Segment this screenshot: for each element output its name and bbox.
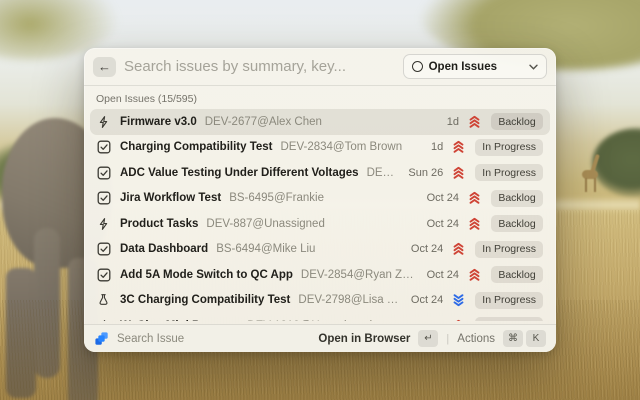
issue-row[interactable]: Product Tasks DEV-887@Unassigned Oct 24 … — [90, 211, 550, 237]
issue-title: Add 5A Mode Switch to QC App — [120, 269, 293, 281]
issue-key-assignee: DEV-1210@Unassigned — [247, 320, 403, 321]
issue-date: Oct 24 — [427, 269, 459, 281]
issue-key-assignee: DEV-2384@Tom Brown — [367, 167, 401, 179]
chevron-down-icon — [529, 64, 538, 70]
search-dialog: ← Open Issues Open Issues (15/595) Firmw… — [84, 48, 556, 352]
issue-row[interactable]: Jira Workflow Test BS-6495@Frankie Oct 2… — [90, 186, 550, 212]
back-arrow-icon: ← — [98, 59, 111, 74]
cmd-key-icon: ⌘ — [503, 330, 523, 347]
issue-key-assignee: DEV-2798@Lisa Chen — [298, 294, 403, 306]
footer-bar: Search Issue Open in Browser ↵ | Actions… — [84, 324, 556, 352]
issue-row[interactable]: WeChat Mini Program DEV-1210@Unassigned … — [90, 313, 550, 321]
priority-highest-icon — [452, 242, 466, 256]
giraffe — [580, 152, 606, 198]
back-button[interactable]: ← — [93, 57, 116, 77]
status-badge: Backlog — [491, 113, 543, 130]
status-badge: Backlog — [491, 190, 543, 207]
status-badge: In Progress — [475, 164, 543, 181]
issue-list: Firmware v3.0 DEV-2677@Alex Chen 1d Back… — [84, 109, 556, 321]
issue-date: Oct 24 — [427, 192, 459, 204]
footer-app-label: Search Issue — [117, 333, 310, 345]
task-checkbox-icon — [97, 191, 112, 206]
task-checkbox-icon — [97, 165, 112, 180]
issue-title: WeChat Mini Program — [120, 320, 239, 321]
priority-highest-icon — [452, 140, 466, 154]
status-badge: In Progress — [475, 292, 543, 309]
priority-highest-icon — [452, 166, 466, 180]
priority-highest-icon — [452, 319, 466, 321]
test-flask-icon — [97, 293, 112, 308]
issue-key-assignee: DEV-887@Unassigned — [206, 218, 418, 230]
search-bar: ← Open Issues — [84, 48, 556, 85]
section-header: Open Issues (15/595) — [84, 86, 556, 109]
priority-highest-icon — [468, 191, 482, 205]
issue-date: Oct 24 — [427, 218, 459, 230]
task-checkbox-icon — [97, 242, 112, 257]
issue-title: Charging Compatibility Test — [120, 141, 273, 153]
issue-title: Firmware v3.0 — [120, 116, 197, 128]
epic-icon — [97, 114, 112, 129]
return-key-icon: ↵ — [418, 330, 438, 347]
issue-row[interactable]: Firmware v3.0 DEV-2677@Alex Chen 1d Back… — [90, 109, 550, 135]
issue-row[interactable]: Charging Compatibility Test DEV-2834@Tom… — [90, 135, 550, 161]
status-badge: In Progress — [475, 241, 543, 258]
issue-date: Oct 24 — [411, 320, 443, 321]
issue-key-assignee: DEV-2854@Ryan Zhang — [301, 269, 419, 281]
epic-icon — [97, 216, 112, 231]
issue-title: 3C Charging Compatibility Test — [120, 294, 290, 306]
status-badge: Backlog — [491, 215, 543, 232]
issue-date: 1d — [447, 116, 459, 128]
issue-key-assignee: DEV-2677@Alex Chen — [205, 116, 439, 128]
issue-key-assignee: DEV-2834@Tom Brown — [281, 141, 424, 153]
issue-title: Data Dashboard — [120, 243, 208, 255]
status-badge: In Progress — [475, 139, 543, 156]
status-circle-icon — [412, 61, 423, 72]
issue-date: Oct 24 — [411, 294, 443, 306]
actions-shortcut: ⌘ K — [503, 330, 546, 347]
epic-icon — [97, 318, 112, 321]
actions-menu-button[interactable]: Actions — [457, 333, 495, 345]
issue-date: 1d — [431, 141, 443, 153]
issue-title: Jira Workflow Test — [120, 192, 221, 204]
footer-separator: | — [446, 333, 449, 345]
issue-row[interactable]: Data Dashboard BS-6494@Mike Liu Oct 24 I… — [90, 237, 550, 263]
issue-key-assignee: BS-6495@Frankie — [229, 192, 418, 204]
status-badge: Backlog — [491, 266, 543, 283]
priority-lowest-icon — [452, 293, 466, 307]
issue-title: Product Tasks — [120, 218, 198, 230]
k-key-icon: K — [526, 330, 546, 347]
filter-dropdown[interactable]: Open Issues — [403, 54, 547, 79]
open-in-browser-action[interactable]: Open in Browser — [318, 333, 410, 345]
search-input[interactable] — [124, 58, 395, 75]
priority-highest-icon — [468, 217, 482, 231]
priority-highest-icon — [468, 115, 482, 129]
jira-logo-icon — [94, 331, 109, 346]
issue-key-assignee: BS-6494@Mike Liu — [216, 243, 403, 255]
status-badge: In Progress — [475, 317, 543, 321]
issue-row[interactable]: ADC Value Testing Under Different Voltag… — [90, 160, 550, 186]
issue-date: Sun 26 — [408, 167, 443, 179]
issue-row[interactable]: 3C Charging Compatibility Test DEV-2798@… — [90, 288, 550, 314]
task-checkbox-icon — [97, 267, 112, 282]
issue-row[interactable]: Add 5A Mode Switch to QC App DEV-2854@Ry… — [90, 262, 550, 288]
issue-title: ADC Value Testing Under Different Voltag… — [120, 167, 359, 179]
issue-date: Oct 24 — [411, 243, 443, 255]
task-checkbox-icon — [97, 140, 112, 155]
priority-highest-icon — [468, 268, 482, 282]
filter-dropdown-label: Open Issues — [429, 61, 523, 73]
